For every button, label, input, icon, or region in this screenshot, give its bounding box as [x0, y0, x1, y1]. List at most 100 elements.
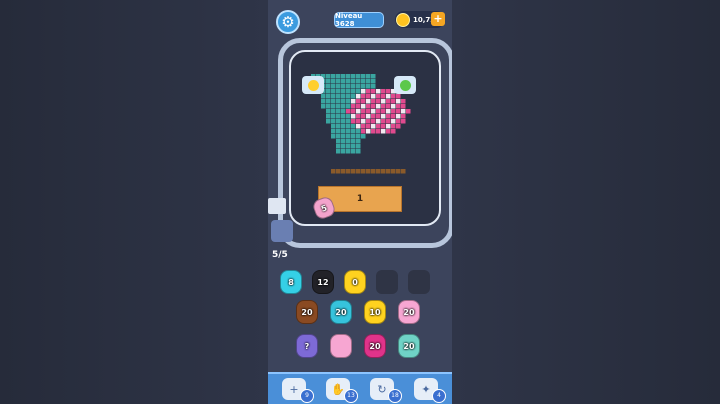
pixel-creature	[386, 129, 391, 134]
pixel-teal	[346, 134, 351, 139]
pixel-brown	[356, 169, 361, 174]
grid-pig[interactable]: ?	[296, 334, 318, 358]
pixel-creature	[381, 129, 386, 134]
grid-pig[interactable]: 20	[364, 334, 386, 358]
pixel-creature	[396, 94, 401, 99]
grid-pig[interactable]: 20	[398, 300, 420, 324]
pixel-teal	[341, 84, 346, 89]
pixel-brown	[396, 169, 401, 174]
shuffle-booster-button[interactable]: ↻ 18	[370, 378, 402, 403]
pixel-brown	[371, 169, 376, 174]
pixel-creature	[356, 119, 361, 124]
empty-slot	[376, 270, 398, 294]
pixel-teal	[336, 134, 341, 139]
pixel-creature	[351, 99, 356, 104]
pixel-brown	[391, 169, 396, 174]
pixel-creature	[386, 99, 391, 104]
pixel-teal	[341, 139, 346, 144]
pixel-teal	[326, 74, 331, 79]
pixel-creature	[351, 109, 356, 114]
holding-pig[interactable]: 12	[312, 270, 334, 294]
pixel-creature	[396, 104, 401, 109]
pixel-creature	[381, 89, 386, 94]
pixel-creature	[386, 114, 391, 119]
conveyor-pig-value: 5	[319, 202, 329, 214]
pixel-teal	[336, 144, 341, 149]
add-icon: +	[289, 382, 299, 396]
pixel-teal	[341, 114, 346, 119]
grid-pig[interactable]: 10	[364, 300, 386, 324]
grid-pig[interactable]: 20	[398, 334, 420, 358]
pixel-creature	[356, 109, 361, 114]
pixel-creature	[366, 109, 371, 114]
pixel-teal	[351, 94, 356, 99]
pixel-teal	[336, 124, 341, 129]
grid-pig[interactable]: 20	[296, 300, 318, 324]
pixel-teal	[356, 134, 361, 139]
pixel-creature	[361, 129, 366, 134]
pixel-creature	[376, 114, 381, 119]
pixel-teal	[346, 84, 351, 89]
pixel-creature	[391, 124, 396, 129]
settings-gear-icon[interactable]: ⚙	[276, 10, 300, 34]
pixel-creature	[396, 114, 401, 119]
pixel-creature	[351, 104, 356, 109]
booster-toolbar: +9 ✋ 13 ↻ 18 ✦ 4	[268, 372, 452, 404]
pixel-teal	[361, 79, 366, 84]
booster-count-badge: 13	[344, 389, 358, 403]
pixel-teal	[341, 134, 346, 139]
pixel-teal	[331, 89, 336, 94]
grid-pig[interactable]	[330, 334, 352, 358]
pixel-teal	[356, 149, 361, 154]
pixel-teal	[351, 149, 356, 154]
left-blur-background	[0, 0, 268, 404]
pixel-creature	[376, 104, 381, 109]
pixel-creature	[401, 99, 406, 104]
pixel-teal	[366, 79, 371, 84]
pixel-teal	[331, 129, 336, 134]
pixel-creature	[371, 129, 376, 134]
right-blur-background	[452, 0, 720, 404]
pixel-creature	[371, 124, 376, 129]
pixel-creature	[376, 99, 381, 104]
pixel-teal	[346, 99, 351, 104]
pixel-brown	[331, 169, 336, 174]
pixel-teal	[351, 89, 356, 94]
add-coins-button[interactable]: +	[431, 12, 445, 26]
grid-pig[interactable]: 20	[330, 300, 352, 324]
pixel-creature	[351, 114, 356, 119]
pixel-creature	[356, 99, 361, 104]
pixel-creature	[396, 124, 401, 129]
pixel-creature	[371, 99, 376, 104]
pixel-brown	[336, 169, 341, 174]
pixel-teal	[336, 79, 341, 84]
pixel-creature	[361, 104, 366, 109]
pixel-creature	[391, 104, 396, 109]
pixel-creature	[361, 99, 366, 104]
pixel-teal	[341, 89, 346, 94]
pixel-teal	[336, 99, 341, 104]
pixel-creature	[381, 104, 386, 109]
magic-booster-button[interactable]: ✦ 4	[414, 378, 446, 403]
pixel-teal	[331, 109, 336, 114]
pixel-teal	[331, 84, 336, 89]
pixel-teal	[341, 94, 346, 99]
pixel-teal	[346, 94, 351, 99]
pixel-brown	[381, 169, 386, 174]
pixel-creature	[386, 119, 391, 124]
pixel-creature	[391, 99, 396, 104]
hand-icon: ✋	[331, 382, 345, 396]
holding-pig[interactable]: 8	[280, 270, 302, 294]
add-booster-button[interactable]: +9	[282, 378, 314, 403]
hand-booster-button[interactable]: ✋ 13	[326, 378, 358, 403]
pixel-teal	[351, 139, 356, 144]
holding-slots: 8 12 0	[280, 270, 445, 298]
holding-pig[interactable]: 0	[344, 270, 366, 294]
pixel-teal	[341, 129, 346, 134]
pixel-creature	[396, 119, 401, 124]
pixel-creature	[356, 94, 361, 99]
pixel-creature	[381, 114, 386, 119]
pixel-creature	[401, 109, 406, 114]
pixel-creature	[366, 99, 371, 104]
pixel-teal	[326, 84, 331, 89]
